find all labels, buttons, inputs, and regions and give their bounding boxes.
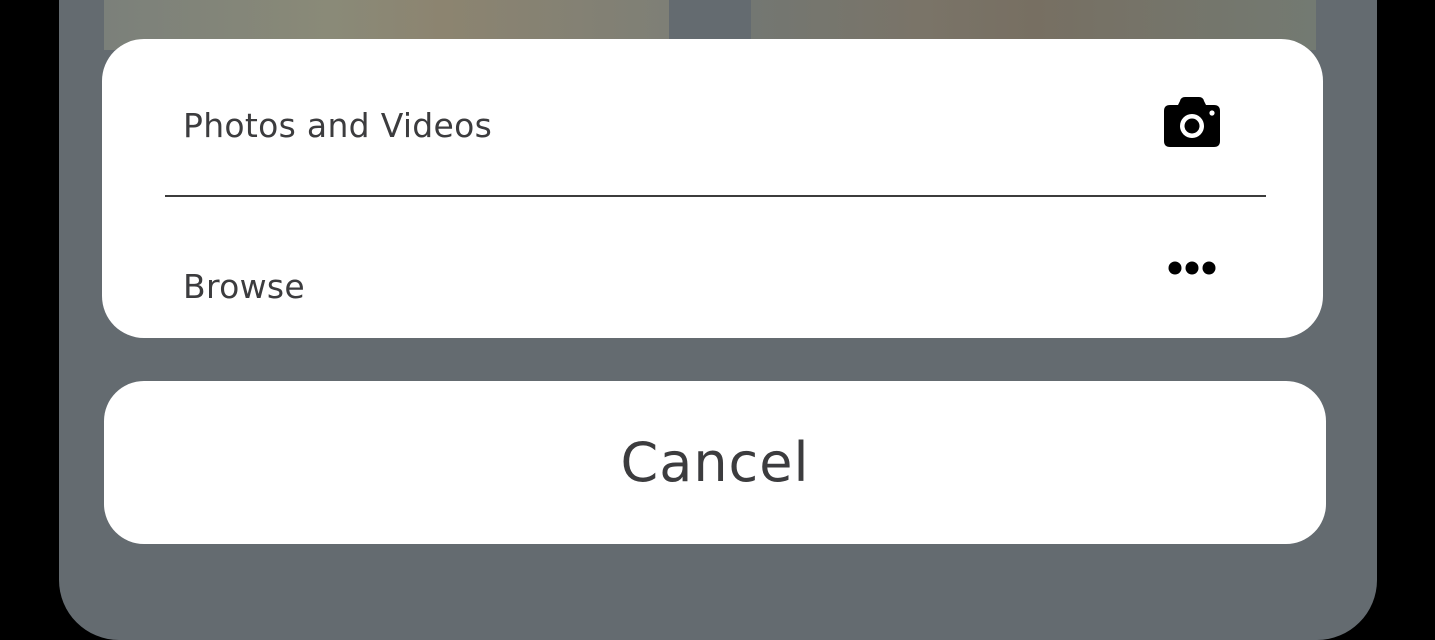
cancel-button[interactable]: Cancel	[104, 381, 1326, 544]
cancel-label: Cancel	[620, 431, 810, 494]
option-label: Browse	[183, 267, 305, 306]
option-label: Photos and Videos	[183, 106, 493, 145]
camera-icon	[1162, 95, 1222, 151]
more-dots-icon	[1166, 259, 1218, 277]
action-sheet: Photos and Videos Browse	[102, 39, 1323, 338]
photos-and-videos-option[interactable]: Photos and Videos	[102, 39, 1323, 189]
browse-option[interactable]: Browse	[102, 196, 1323, 338]
